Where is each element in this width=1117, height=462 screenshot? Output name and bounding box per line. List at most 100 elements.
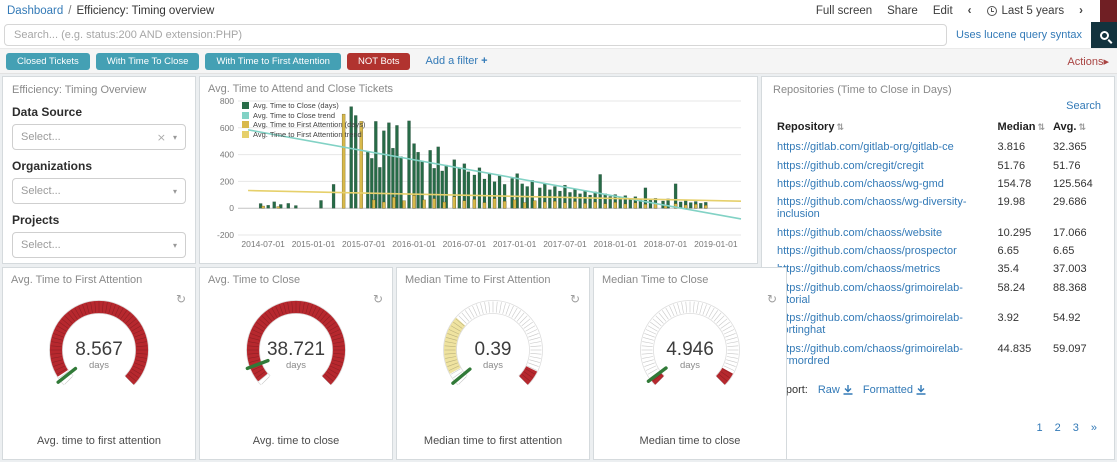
filter-pill[interactable]: With Time to First Attention xyxy=(205,52,341,70)
page-link[interactable]: » xyxy=(1091,422,1097,434)
page-link[interactable]: 2 xyxy=(1055,422,1061,434)
svg-text:38.721: 38.721 xyxy=(267,339,325,360)
svg-text:400: 400 xyxy=(220,150,234,160)
select-controls: × ▾ xyxy=(157,131,177,144)
search-icon xyxy=(1099,30,1109,40)
select-organizations[interactable]: Select... ▾ xyxy=(12,178,186,204)
svg-text:4.946: 4.946 xyxy=(666,339,714,360)
repository-link[interactable]: https://github.com/chaoss/grimoirelab-tu… xyxy=(773,279,994,309)
svg-text:8.567: 8.567 xyxy=(75,339,123,360)
repository-link[interactable]: https://github.com/chaoss/website xyxy=(773,224,994,242)
table-pagination: 1 2 3 » xyxy=(773,422,1103,434)
repository-link[interactable]: https://github.com/cregit/cregit xyxy=(773,156,994,174)
chevron-down-icon: ▾ xyxy=(172,240,177,250)
panel-title: Median Time to First Attention xyxy=(405,274,551,286)
repository-link[interactable]: https://github.com/chaoss/prospector xyxy=(773,242,994,260)
refresh-icon[interactable]: ↻ xyxy=(176,292,186,306)
export-raw-link[interactable]: Raw xyxy=(818,384,853,396)
actions-menu[interactable]: Actions▸ xyxy=(1067,55,1109,68)
export-formatted-link[interactable]: Formatted xyxy=(863,384,926,396)
repository-link[interactable]: https://github.com/chaoss/metrics xyxy=(773,260,994,278)
svg-text:days: days xyxy=(286,360,306,371)
time-back-button[interactable]: ‹ xyxy=(968,5,972,17)
svg-text:2016-01-01: 2016-01-01 xyxy=(392,239,436,249)
median-value: 19.98 xyxy=(997,196,1026,209)
efficiency-filters-panel: Efficiency: Timing Overview Data Source S… xyxy=(2,76,196,264)
table-row: https://github.com/chaoss/metrics 35.4 37.… xyxy=(773,260,1103,278)
table-search-link[interactable]: Search xyxy=(773,100,1101,112)
select-projects[interactable]: Select... ▾ xyxy=(12,232,186,258)
repository-link[interactable]: https://github.com/chaoss/grimoirelab-si… xyxy=(773,339,994,369)
column-header-avg[interactable]: Avg. ⇅ xyxy=(1049,118,1103,138)
avg-value: 6.65 xyxy=(1053,245,1075,258)
legend-label: Avg. Time to Close trend xyxy=(253,110,335,120)
download-icon xyxy=(843,384,853,395)
sort-icon: ⇅ xyxy=(1037,123,1045,133)
legend-swatch xyxy=(242,111,249,119)
table-row: https://github.com/chaoss/wg-diversity-i… xyxy=(773,193,1103,223)
lucene-syntax-link[interactable]: Uses lucene query syntax xyxy=(956,29,1082,41)
page-link[interactable]: 3 xyxy=(1073,422,1079,434)
table-row: https://gitlab.com/gitlab-org/gitlab-ce 3… xyxy=(773,138,1103,156)
column-header-median[interactable]: Median ⇅ xyxy=(994,118,1049,138)
filter-pill[interactable]: NOT Bots xyxy=(346,52,411,70)
avg-value: 51.76 xyxy=(1053,159,1081,172)
repository-link[interactable]: https://github.com/chaoss/grimoirelab-so… xyxy=(773,309,994,339)
top-right-badge[interactable] xyxy=(1100,0,1117,22)
clear-icon[interactable]: × xyxy=(157,131,166,144)
share-button[interactable]: Share xyxy=(887,5,918,17)
filter-pill[interactable]: Closed Tickets xyxy=(6,52,90,70)
chevron-down-icon: ▾ xyxy=(172,186,177,196)
search-input[interactable] xyxy=(4,24,948,46)
refresh-icon[interactable]: ↻ xyxy=(373,292,383,306)
add-filter-label: Add a filter xyxy=(425,55,479,67)
svg-text:2016-07-01: 2016-07-01 xyxy=(443,239,487,249)
add-filter-button[interactable]: Add a filter + xyxy=(425,55,487,67)
full-screen-button[interactable]: Full screen xyxy=(816,5,872,17)
median-value: 10.295 xyxy=(997,226,1032,239)
repository-link[interactable]: https://github.com/chaoss/wg-diversity-i… xyxy=(773,193,994,223)
median-value: 51.76 xyxy=(997,159,1026,172)
table-header-row: Repository ⇅ Median ⇅ Avg. ⇅ xyxy=(773,118,1103,138)
sort-icon: ⇅ xyxy=(1078,123,1086,133)
legend-item[interactable]: Avg. Time to First Attention trend xyxy=(242,130,365,140)
time-forward-button[interactable]: › xyxy=(1079,5,1083,17)
filter-bar: Closed Tickets With Time To Close With Tim… xyxy=(0,48,1117,74)
legend-item[interactable]: Avg. Time to Close trend xyxy=(242,111,365,121)
svg-text:600: 600 xyxy=(220,123,234,133)
legend-item[interactable]: Avg. Time to First Attention (days) xyxy=(242,120,365,130)
timing-chart-panel: Avg. Time to Attend and Close Tickets Av… xyxy=(199,76,758,264)
refresh-icon[interactable]: ↻ xyxy=(570,292,580,306)
search-button[interactable] xyxy=(1091,22,1117,48)
avg-value: 54.92 xyxy=(1053,312,1081,325)
select-data-source[interactable]: Select... × ▾ xyxy=(12,124,186,150)
median-value: 44.835 xyxy=(997,342,1032,355)
refresh-icon[interactable]: ↻ xyxy=(767,292,777,306)
repositories-table: Repository ⇅ Median ⇅ Avg. ⇅ https://gitlab.c… xyxy=(773,118,1103,370)
gauge-chart: 8.567days xyxy=(49,300,149,386)
repository-link[interactable]: https://gitlab.com/gitlab-org/gitlab-ce xyxy=(773,138,994,156)
field-label-projects: Projects xyxy=(12,213,60,227)
breadcrumb-dashboard-link[interactable]: Dashboard xyxy=(7,5,63,17)
page-link[interactable]: 1 xyxy=(1037,422,1043,434)
select-placeholder: Select... xyxy=(21,185,61,197)
column-header-repository[interactable]: Repository ⇅ xyxy=(773,118,994,138)
export-row: Export: Raw Formatted xyxy=(773,384,1103,396)
legend-swatch xyxy=(242,102,249,110)
repository-link[interactable]: https://github.com/chaoss/wg-gmd xyxy=(773,175,994,193)
legend-item[interactable]: Avg. Time to Close (days) xyxy=(242,101,365,111)
select-controls: ▾ xyxy=(173,187,177,196)
svg-text:2017-07-01: 2017-07-01 xyxy=(543,239,587,249)
svg-text:days: days xyxy=(483,360,503,371)
time-picker[interactable]: Last 5 years xyxy=(986,5,1064,17)
field-label-data-source: Data Source xyxy=(12,105,83,119)
legend-label: Avg. Time to First Attention trend xyxy=(253,129,362,139)
avg-value: 88.368 xyxy=(1053,281,1087,294)
legend-label: Avg. Time to First Attention (days) xyxy=(253,120,366,129)
gauge-panel: Avg. Time to Close ↻ 38.721 days Avg. time t… xyxy=(199,267,393,460)
breadcrumb-separator: / xyxy=(68,5,72,17)
edit-button[interactable]: Edit xyxy=(933,5,953,17)
filter-pill[interactable]: With Time To Close xyxy=(95,52,200,70)
gauge-caption: Avg. time to first attention xyxy=(37,435,161,447)
svg-text:2015-07-01: 2015-07-01 xyxy=(342,239,386,249)
